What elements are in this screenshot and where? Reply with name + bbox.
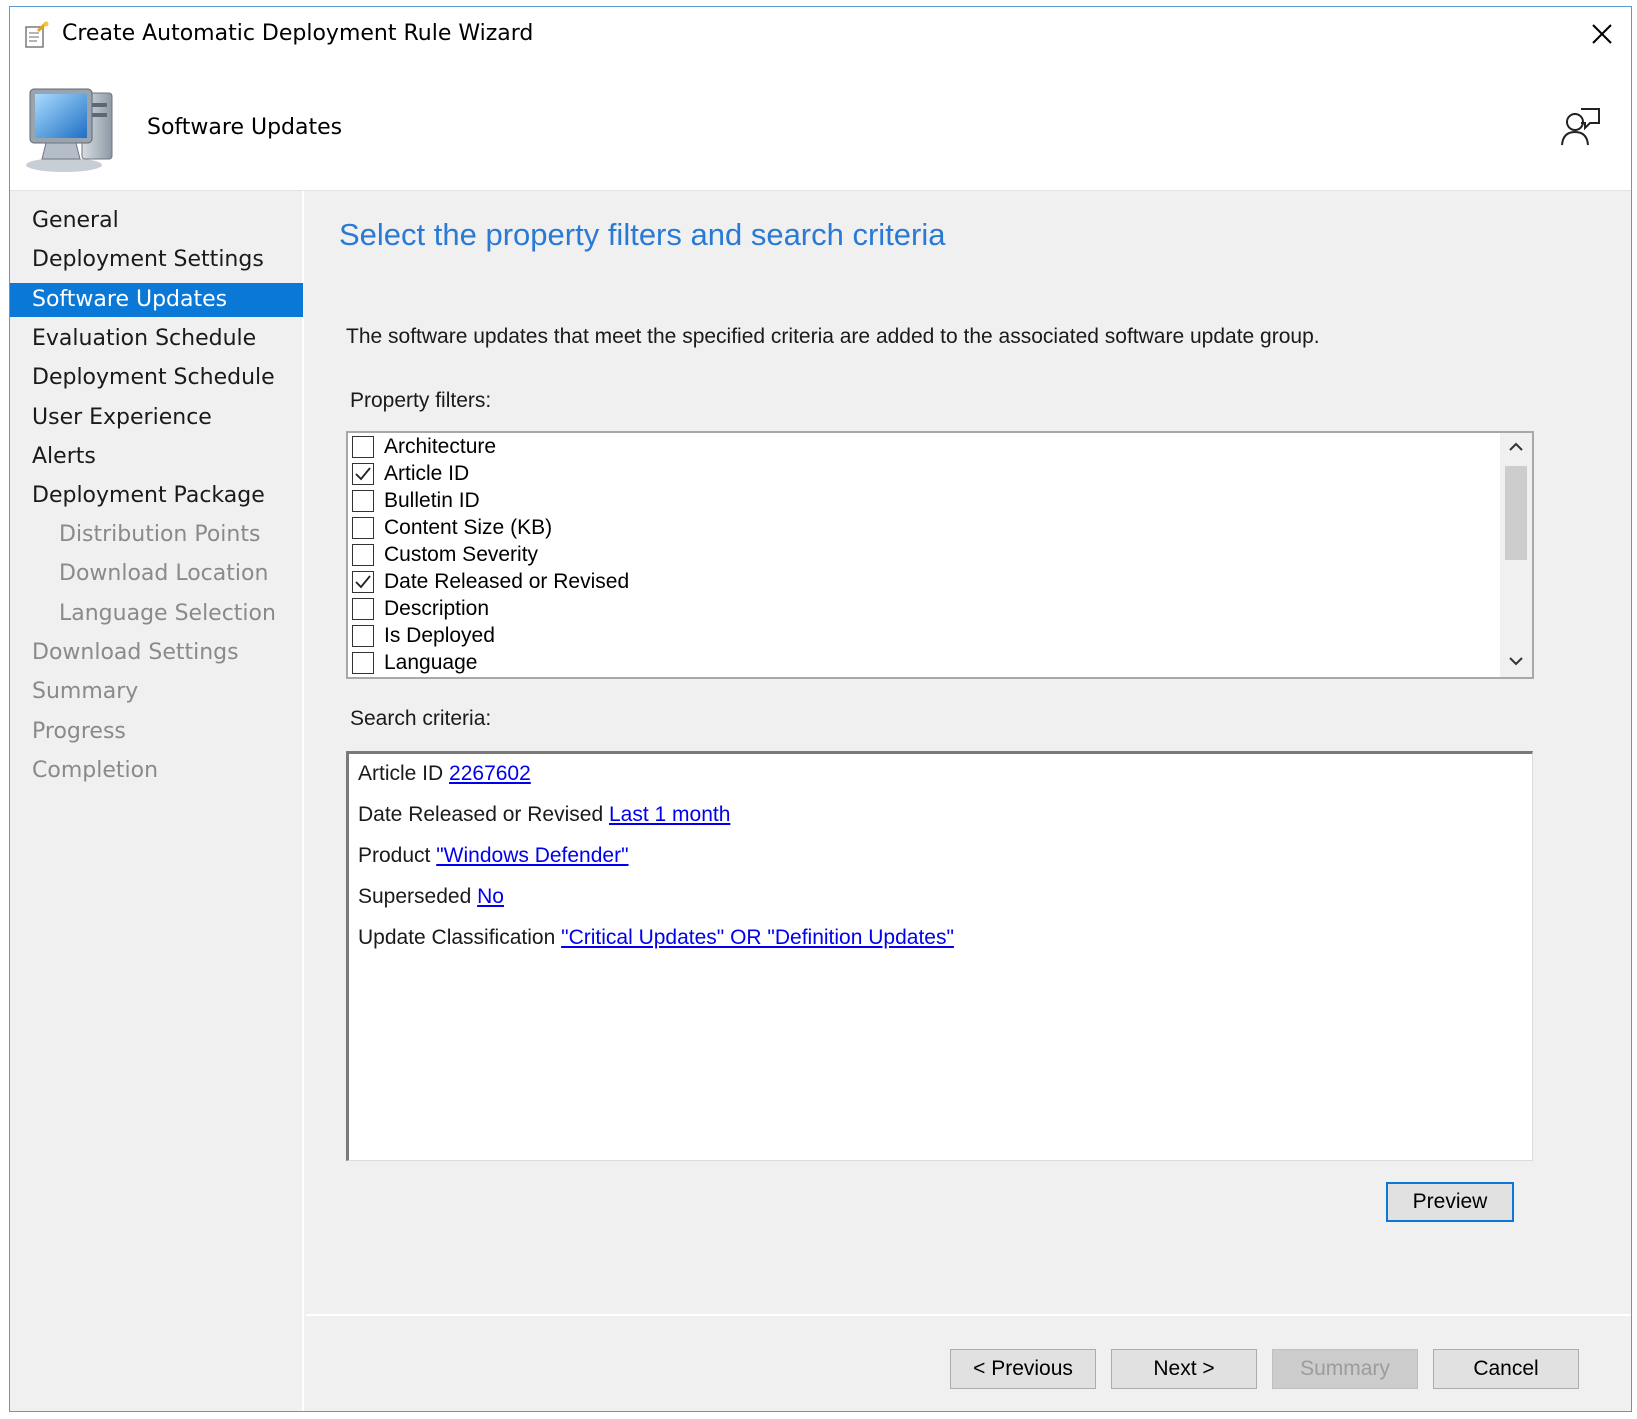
filter-description[interactable]: Description bbox=[352, 595, 489, 622]
criteria-product: Product "Windows Defender" bbox=[358, 844, 629, 868]
step-deployment-settings[interactable]: Deployment Settings bbox=[10, 243, 303, 277]
filter-label: Architecture bbox=[384, 434, 497, 458]
criteria-date-released: Date Released or Revised Last 1 month bbox=[358, 803, 730, 827]
checkbox[interactable] bbox=[352, 570, 374, 593]
step-progress: Progress bbox=[32, 719, 126, 744]
step-completion: Completion bbox=[32, 758, 159, 783]
criteria-prefix: Date Released or Revised bbox=[358, 803, 604, 826]
preview-button[interactable]: Preview bbox=[1386, 1182, 1514, 1222]
filter-label: Is Deployed bbox=[384, 623, 495, 647]
filter-bulletin-id[interactable]: Bulletin ID bbox=[352, 487, 480, 514]
header-title: Software Updates bbox=[147, 115, 343, 140]
criteria-prefix: Product bbox=[358, 844, 431, 867]
step-deployment-schedule[interactable]: Deployment Schedule bbox=[10, 361, 303, 395]
criteria-value-link[interactable]: Last 1 month bbox=[609, 803, 730, 826]
criteria-value-link[interactable]: "Critical Updates" OR "Definition Update… bbox=[561, 926, 954, 949]
filter-label: Bulletin ID bbox=[384, 488, 480, 512]
wizard-steps-sidebar: General Deployment Settings Software Upd… bbox=[10, 191, 304, 1411]
step-summary: Summary bbox=[32, 679, 139, 704]
step-user-experience[interactable]: User Experience bbox=[10, 401, 303, 435]
previous-button[interactable]: < Previous bbox=[950, 1349, 1096, 1389]
step-download-location: Download Location bbox=[59, 561, 269, 586]
filter-label: Article ID bbox=[384, 461, 470, 485]
criteria-prefix: Article ID bbox=[358, 762, 444, 785]
scroll-down-button[interactable] bbox=[1500, 647, 1532, 677]
cancel-button[interactable]: Cancel bbox=[1433, 1349, 1579, 1389]
checkbox[interactable] bbox=[352, 543, 374, 566]
main-content: Select the property filters and search c… bbox=[306, 191, 1631, 1314]
filter-language[interactable]: Language bbox=[352, 649, 477, 676]
criteria-value-link[interactable]: No bbox=[477, 885, 504, 908]
checkbox[interactable] bbox=[352, 435, 374, 458]
filter-architecture[interactable]: Architecture bbox=[352, 433, 496, 460]
filter-label: Language bbox=[384, 650, 478, 674]
filter-label: Date Released or Revised bbox=[384, 569, 630, 593]
criteria-value-link[interactable]: "Windows Defender" bbox=[436, 844, 628, 867]
checkbox[interactable] bbox=[352, 516, 374, 539]
step-software-updates[interactable]: Software Updates bbox=[10, 283, 303, 317]
checkbox[interactable] bbox=[352, 462, 374, 485]
title-bar: Create Automatic Deployment Rule Wizard bbox=[10, 7, 1631, 65]
filter-label: Custom Severity bbox=[384, 542, 539, 566]
step-download-settings: Download Settings bbox=[32, 640, 239, 665]
filter-article-id[interactable]: Article ID bbox=[352, 460, 469, 487]
step-evaluation-schedule[interactable]: Evaluation Schedule bbox=[10, 322, 303, 356]
wizard-window: Create Automatic Deployment Rule Wizard bbox=[9, 6, 1632, 1412]
property-filters-label: Property filters: bbox=[350, 389, 492, 412]
scroll-up-button[interactable] bbox=[1500, 433, 1532, 463]
summary-button: Summary bbox=[1272, 1349, 1418, 1389]
wizard-app-icon bbox=[24, 21, 50, 49]
step-deployment-package[interactable]: Deployment Package bbox=[10, 479, 303, 513]
scroll-thumb[interactable] bbox=[1505, 466, 1527, 560]
filter-is-deployed[interactable]: Is Deployed bbox=[352, 622, 495, 649]
page-heading: Select the property filters and search c… bbox=[339, 217, 946, 252]
wizard-footer: < Previous Next > Summary Cancel bbox=[306, 1314, 1631, 1411]
filter-label: Description bbox=[384, 596, 490, 620]
criteria-article-id: Article ID 2267602 bbox=[358, 762, 531, 786]
step-alerts[interactable]: Alerts bbox=[10, 440, 303, 474]
filters-scrollbar[interactable] bbox=[1500, 433, 1532, 677]
criteria-prefix: Superseded bbox=[358, 885, 472, 908]
filter-label: Content Size (KB) bbox=[384, 515, 553, 539]
search-criteria-box: Article ID 2267602 Date Released or Revi… bbox=[346, 751, 1533, 1161]
window-title: Create Automatic Deployment Rule Wizard bbox=[62, 21, 534, 46]
checkbox[interactable] bbox=[352, 624, 374, 647]
checkbox[interactable] bbox=[352, 651, 374, 674]
criteria-prefix: Update Classification bbox=[358, 926, 556, 949]
checkbox[interactable] bbox=[352, 597, 374, 620]
chevron-down-icon bbox=[1508, 653, 1524, 671]
help-person-icon[interactable] bbox=[1559, 105, 1603, 149]
property-filters-list[interactable]: Architecture Article ID Bulletin ID Cont… bbox=[346, 431, 1534, 679]
step-distribution-points: Distribution Points bbox=[59, 522, 261, 547]
filter-date-released[interactable]: Date Released or Revised bbox=[352, 568, 629, 595]
next-button[interactable]: Next > bbox=[1111, 1349, 1257, 1389]
page-description: The software updates that meet the speci… bbox=[346, 325, 1320, 348]
wizard-header: Software Updates bbox=[10, 65, 1631, 191]
step-general[interactable]: General bbox=[10, 204, 303, 238]
close-button[interactable] bbox=[1573, 7, 1631, 65]
criteria-update-classification: Update Classification "Critical Updates"… bbox=[358, 926, 954, 950]
criteria-value-link[interactable]: 2267602 bbox=[449, 762, 531, 785]
chevron-up-icon bbox=[1508, 439, 1524, 457]
filter-custom-severity[interactable]: Custom Severity bbox=[352, 541, 538, 568]
checkbox[interactable] bbox=[352, 489, 374, 512]
criteria-superseded: Superseded No bbox=[358, 885, 504, 909]
step-language-selection: Language Selection bbox=[59, 601, 276, 626]
computer-icon bbox=[22, 83, 122, 175]
close-icon bbox=[1591, 23, 1613, 50]
filter-content-size[interactable]: Content Size (KB) bbox=[352, 514, 552, 541]
search-criteria-label: Search criteria: bbox=[350, 707, 492, 730]
